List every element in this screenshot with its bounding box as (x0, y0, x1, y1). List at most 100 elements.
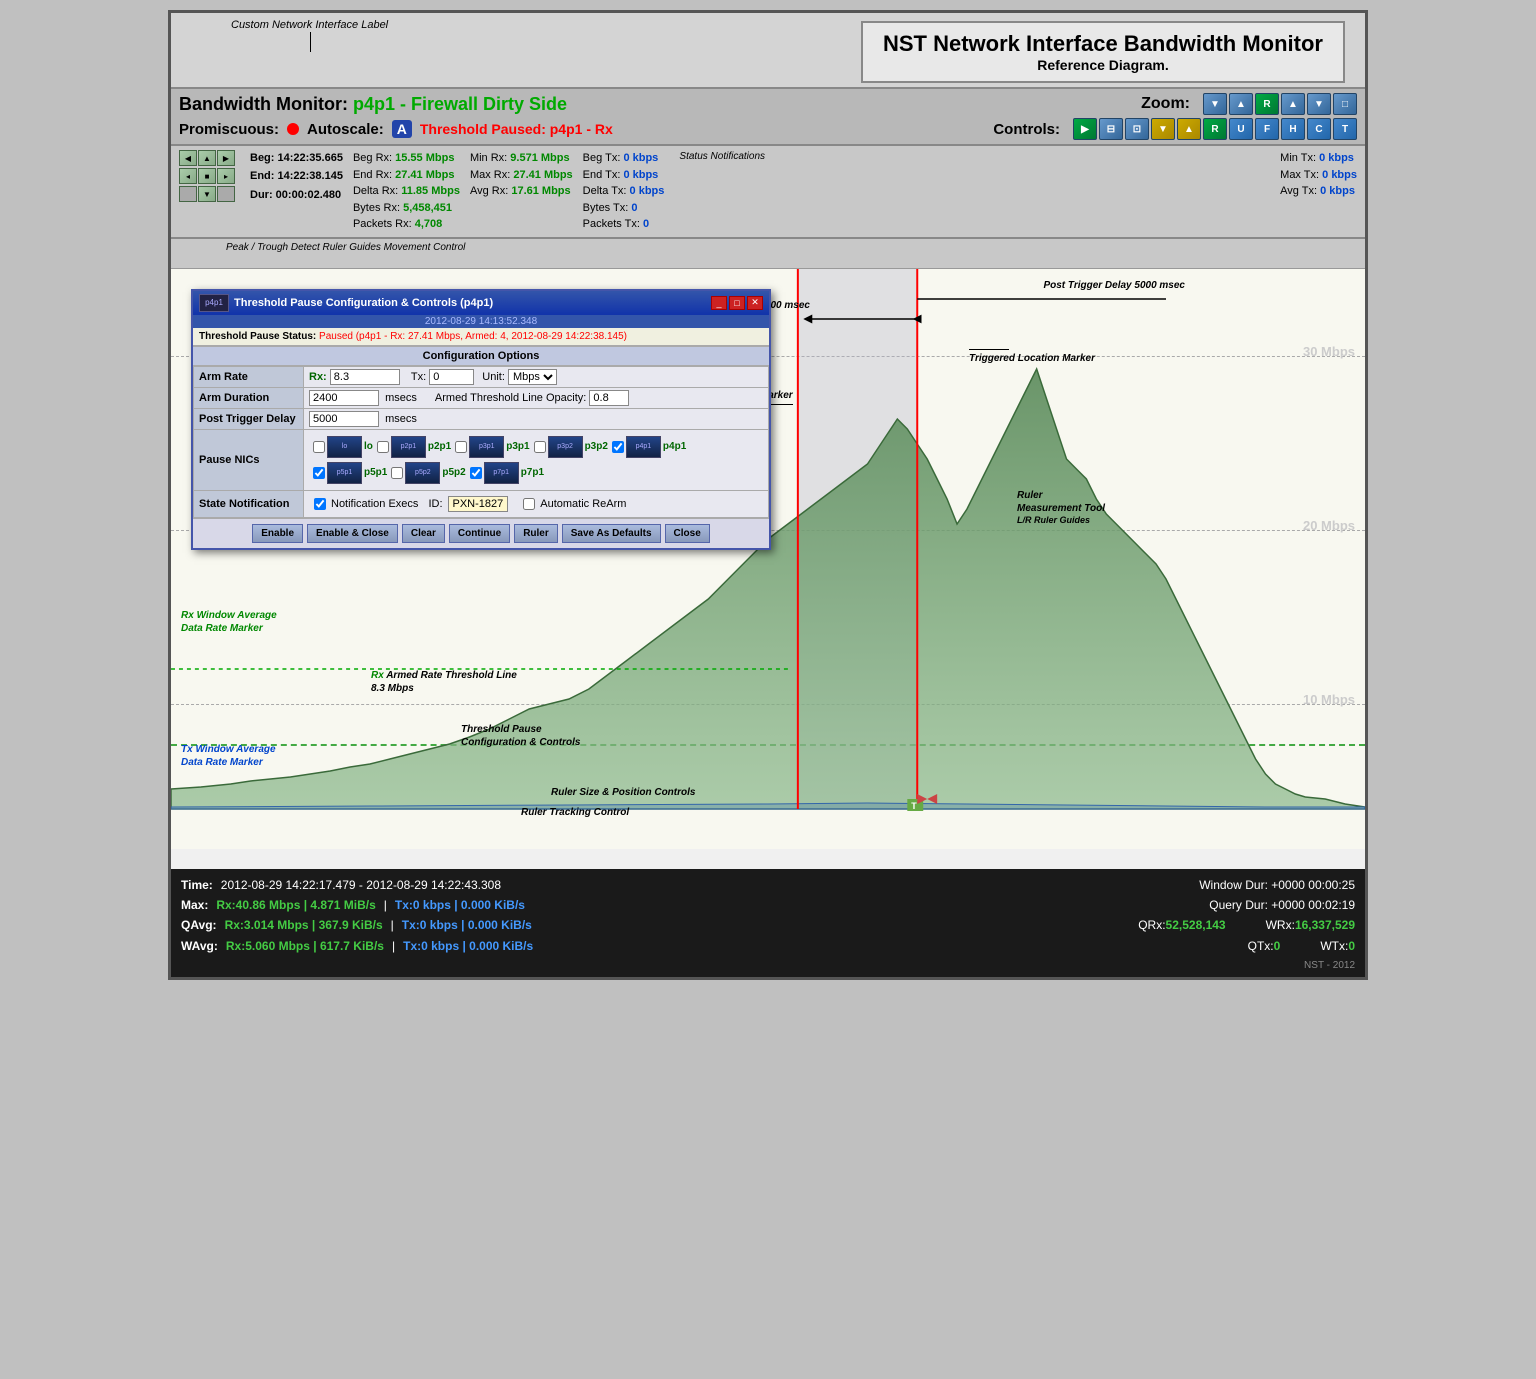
nic-p2p1-thumb: p2p1 (391, 436, 426, 458)
notif-exec-checkbox[interactable] (314, 498, 326, 510)
threshold-dialog: p4p1 Threshold Pause Configuration & Con… (191, 289, 771, 550)
nav-right[interactable]: ▶ (217, 150, 235, 166)
nav-blank2[interactable] (217, 186, 235, 202)
nic-p4p1-thumb: p4p1 (626, 436, 661, 458)
arm-rate-label: Arm Rate (194, 366, 304, 387)
ruler-tracking-annotation: Ruler Tracking Control (521, 806, 629, 819)
nav-down[interactable]: ▼ (198, 186, 216, 202)
zoom-btn-down2[interactable]: ▼ (1307, 93, 1331, 115)
dialog-datetime: 2012-08-29 14:13:52.348 (193, 315, 769, 328)
brand-label: NST - 2012 (181, 960, 1355, 971)
dialog-minimize[interactable]: _ (711, 296, 727, 310)
arm-rate-unit-select[interactable]: Mbps kbps (508, 369, 557, 385)
nic-icon: p4p1 (199, 294, 229, 312)
nav-prev-peak[interactable]: ◂ (179, 168, 197, 184)
svg-text:T: T (911, 800, 917, 810)
zoom-buttons: ▼ ▲ R ▲ ▼ □ (1203, 93, 1357, 115)
main-container: Custom Network Interface Label NST Netwo… (168, 10, 1368, 980)
nic-item-p7p1: p7p1 p7p1 (470, 462, 544, 484)
arm-opacity-input[interactable] (589, 390, 629, 406)
nav-next-peak[interactable]: ▸ (217, 168, 235, 184)
nic-p5p2-checkbox[interactable] (391, 467, 403, 479)
rx-armed-rate-annotation: Rx Armed Rate Threshold Line8.3 Mbps (371, 669, 517, 695)
nic-item-p3p1: p3p1 p3p1 (455, 436, 529, 458)
status-row-max: Max: Rx:40.86 Mbps | 4.871 MiB/s | Tx:0 … (181, 895, 1355, 915)
nav-left[interactable]: ◀ (179, 150, 197, 166)
btn-save-defaults[interactable]: Save As Defaults (562, 524, 661, 543)
nic-lo-checkbox[interactable] (313, 441, 325, 453)
btn-ruler[interactable]: Ruler (514, 524, 558, 543)
btn-close[interactable]: Close (665, 524, 710, 543)
chart-area: 30 Mbps 20 Mbps 10 Mbps (171, 269, 1365, 849)
btn-clear[interactable]: Clear (402, 524, 445, 543)
arm-duration-label: Arm Duration (194, 387, 304, 408)
ctrl-play[interactable]: ▶ (1073, 118, 1097, 140)
arm-rate-cell: Rx: Tx: Unit: Mbps kbps (304, 366, 769, 387)
state-notif-row: Notification Execs ID: PXN-1827 Automati… (309, 493, 763, 515)
nav-up[interactable]: ▲ (198, 150, 216, 166)
nic-p3p1-checkbox[interactable] (455, 441, 467, 453)
ctrl-t[interactable]: T (1333, 118, 1357, 140)
ctrl-h[interactable]: H (1281, 118, 1305, 140)
dialog-maximize[interactable]: □ (729, 296, 745, 310)
nic-p4p1-checkbox[interactable] (612, 441, 624, 453)
dialog-button-row: Enable Enable & Close Clear Continue Rul… (193, 518, 769, 548)
ctrl-pause[interactable]: ⊡ (1125, 118, 1149, 140)
promiscuous-row: Promiscuous: Autoscale: A Threshold Paus… (179, 120, 613, 138)
title-box: NST Network Interface Bandwidth Monitor … (861, 21, 1345, 83)
ctrl-u[interactable]: U (1229, 118, 1253, 140)
ctrl-c[interactable]: C (1307, 118, 1331, 140)
ctrl-f[interactable]: F (1255, 118, 1279, 140)
arm-rate-tx-input[interactable] (429, 369, 474, 385)
nic-p2p1-checkbox[interactable] (377, 441, 389, 453)
btn-continue[interactable]: Continue (449, 524, 510, 543)
pause-nics-label: Pause NICs (194, 429, 304, 490)
nav-center[interactable]: ■ (198, 168, 216, 184)
promiscuous-label: Promiscuous: (179, 121, 279, 138)
post-trigger-input[interactable] (309, 411, 379, 427)
btn-enable[interactable]: Enable (252, 524, 303, 543)
title-area: Custom Network Interface Label NST Netwo… (171, 13, 1365, 87)
notif-exec-label: Notification Execs (331, 498, 418, 510)
status-notifications-annotation: Status Notifications (679, 150, 765, 163)
status-wtx: WTx:0 (1320, 936, 1355, 956)
arm-rate-rx-input[interactable] (330, 369, 400, 385)
ctrl-down[interactable]: ▼ (1151, 118, 1175, 140)
status-bar: Time: 2012-08-29 14:22:17.479 - 2012-08-… (171, 869, 1365, 978)
ctrl-up[interactable]: ▲ (1177, 118, 1201, 140)
nic-item-p2p1: p2p1 p2p1 (377, 436, 451, 458)
nic-p7p1-checkbox[interactable] (470, 467, 482, 479)
nic-p3p1-thumb: p3p1 (469, 436, 504, 458)
btn-enable-close[interactable]: Enable & Close (307, 524, 398, 543)
tx-window-avg-annotation: Tx Window AverageData Rate Marker (181, 743, 276, 769)
zoom-btn-up2[interactable]: ▲ (1281, 93, 1305, 115)
zoom-btn-up[interactable]: ▲ (1229, 93, 1253, 115)
nic-p5p1-checkbox[interactable] (313, 467, 325, 479)
auto-rearm-checkbox[interactable] (523, 498, 535, 510)
ctrl-r[interactable]: R (1203, 118, 1227, 140)
status-time-range: 2012-08-29 14:22:17.479 - 2012-08-29 14:… (221, 875, 501, 895)
state-notification-label: State Notification (194, 490, 304, 517)
arm-duration-row: Arm Duration msecs Armed Threshold Line … (194, 387, 769, 408)
dialog-title: Threshold Pause Configuration & Controls… (234, 297, 493, 309)
status-window-dur: Window Dur: +0000 00:00:25 (1199, 875, 1355, 895)
tx-minmax-stats: Min Tx: 0 kbps Max Tx: 0 kbps Avg Tx: 0 … (1280, 150, 1357, 200)
nic-p3p2-checkbox[interactable] (534, 441, 546, 453)
ctrl-stop[interactable]: ⊟ (1099, 118, 1123, 140)
zoom-btn-down[interactable]: ▼ (1203, 93, 1227, 115)
dialog-close[interactable]: ✕ (747, 296, 763, 310)
post-trigger-cell: msecs (304, 408, 769, 429)
arm-duration-input[interactable] (309, 390, 379, 406)
autoscale-badge: A (392, 120, 412, 138)
zoom-btn-r[interactable]: R (1255, 93, 1279, 115)
tx-stats: Beg Tx: 0 kbps End Tx: 0 kbps Delta Tx: … (583, 150, 665, 233)
state-notification-cell: Notification Execs ID: PXN-1827 Automati… (304, 490, 769, 517)
pause-nics-cell: lo lo p2p1 p2p1 p3p1 (304, 429, 769, 490)
state-notification-row: State Notification Notification Execs ID… (194, 490, 769, 517)
bandwidth-monitor-label: Bandwidth Monitor: p4p1 - Firewall Dirty… (179, 94, 567, 115)
zoom-btn-square[interactable]: □ (1333, 93, 1357, 115)
nav-blank[interactable] (179, 186, 197, 202)
post-trigger-label: Post Trigger Delay (194, 408, 304, 429)
nics-grid: lo lo p2p1 p2p1 p3p1 (309, 432, 763, 488)
nic-item-p5p2: p5p2 p5p2 (391, 462, 465, 484)
